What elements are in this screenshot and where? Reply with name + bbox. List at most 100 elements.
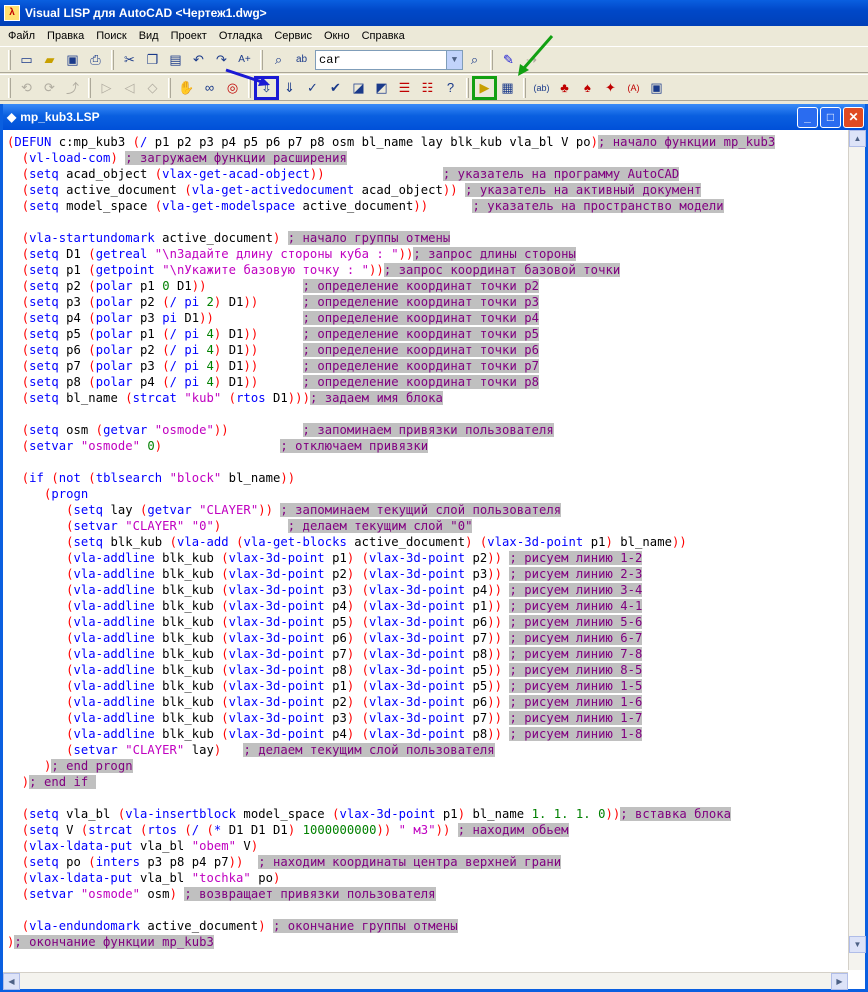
- open-file-icon[interactable]: ▰: [38, 49, 61, 71]
- scroll-up-icon[interactable]: ▲: [849, 130, 866, 147]
- scroll-down-icon[interactable]: ▼: [849, 936, 866, 953]
- cut-icon[interactable]: ✂: [118, 49, 141, 71]
- toolbar-grip[interactable]: [8, 49, 11, 70]
- code-line[interactable]: (setq vla_bl (vla-insertblock model_spac…: [7, 806, 849, 822]
- code-line[interactable]: [7, 790, 849, 806]
- format-selection-icon[interactable]: ◩: [370, 77, 393, 99]
- comment-block-icon[interactable]: ☰: [393, 77, 416, 99]
- code-line[interactable]: (setq bl_name (strcat "kub" (rtos D1)));…: [7, 390, 849, 406]
- code-line[interactable]: ); окончание функции mp_kub3: [7, 934, 849, 950]
- code-line[interactable]: (setq p4 (polar p3 pi D1)) ; определение…: [7, 310, 849, 326]
- minimize-icon[interactable]: _: [797, 106, 818, 128]
- help-icon[interactable]: ?: [439, 77, 462, 99]
- menu-view[interactable]: Вид: [133, 30, 165, 42]
- code-line[interactable]: (setq blk_kub (vla-add (vla-get-blocks a…: [7, 534, 849, 550]
- code-line[interactable]: (vlax-ldata-put vla_bl "obem" V): [7, 838, 849, 854]
- code-line[interactable]: (vl-load-com) ; загружаем функции расшир…: [7, 150, 849, 166]
- code-line[interactable]: (vla-addline blk_kub (vlax-3d-point p1) …: [7, 550, 849, 566]
- code-line[interactable]: (setq p5 (polar p1 (/ pi 4) D1)) ; опред…: [7, 326, 849, 342]
- format-window-icon[interactable]: ◪: [347, 77, 370, 99]
- code-line[interactable]: (vla-addline blk_kub (vlax-3d-point p3) …: [7, 582, 849, 598]
- code-line[interactable]: (vla-addline blk_kub (vlax-3d-point p5) …: [7, 614, 849, 630]
- step-over-icon[interactable]: ⟳: [38, 77, 61, 99]
- code-line[interactable]: (setq p3 (polar p2 (/ pi 2) D1)) ; опред…: [7, 294, 849, 310]
- toggle-bookmark-icon[interactable]: ✎: [497, 49, 520, 71]
- code-line[interactable]: (setq p6 (polar p2 (/ pi 4) D1)) ; опред…: [7, 342, 849, 358]
- save-icon[interactable]: ▣: [61, 49, 84, 71]
- complete-word-icon[interactable]: A+: [233, 49, 256, 71]
- horizontal-scrollbar[interactable]: ◀ ▶: [3, 972, 848, 990]
- code-line[interactable]: (setq model_space (vla-get-modelspace ac…: [7, 198, 849, 214]
- code-line[interactable]: (vla-addline blk_kub (vlax-3d-point p8) …: [7, 662, 849, 678]
- symbol-service-icon[interactable]: ♠: [576, 77, 599, 99]
- code-editor[interactable]: (DEFUN c:mp_kub3 (/ p1 p2 p3 p4 p5 p6 p7…: [7, 134, 849, 970]
- chevron-down-icon[interactable]: ▼: [446, 50, 462, 69]
- vertical-scrollbar[interactable]: ▲ ▼: [848, 130, 866, 970]
- code-line[interactable]: (setq p2 (polar p1 0 D1)) ; определение …: [7, 278, 849, 294]
- apropos-icon[interactable]: ✦: [599, 77, 622, 99]
- menu-window[interactable]: Окно: [318, 30, 356, 42]
- menu-debug[interactable]: Отладка: [213, 30, 268, 42]
- menu-project[interactable]: Проект: [165, 30, 213, 42]
- menu-tools[interactable]: Сервис: [268, 30, 318, 42]
- reset-icon[interactable]: ◇: [141, 77, 164, 99]
- code-line[interactable]: [7, 214, 849, 230]
- code-line[interactable]: (vla-addline blk_kub (vlax-3d-point p1) …: [7, 678, 849, 694]
- search-combo[interactable]: car ▼: [315, 49, 463, 70]
- check-selection-icon[interactable]: ✔: [324, 77, 347, 99]
- replace-icon[interactable]: ab: [290, 49, 313, 71]
- code-line[interactable]: (setq V (strcat (rtos (/ (* D1 D1 D1) 10…: [7, 822, 849, 838]
- code-line[interactable]: (if (not (tblsearch "block" bl_name)): [7, 470, 849, 486]
- menu-search[interactable]: Поиск: [90, 30, 132, 42]
- menu-file[interactable]: Файл: [2, 30, 41, 42]
- copy-icon[interactable]: ❐: [141, 49, 164, 71]
- trace-stack-icon[interactable]: ♣: [553, 77, 576, 99]
- code-line[interactable]: (vla-addline blk_kub (vlax-3d-point p7) …: [7, 646, 849, 662]
- code-line[interactable]: (setq osm (getvar "osmode")) ; запоминае…: [7, 422, 849, 438]
- code-line[interactable]: (vla-addline blk_kub (vlax-3d-point p6) …: [7, 630, 849, 646]
- code-line[interactable]: (setq D1 (getreal "\nЗадайте длину сторо…: [7, 246, 849, 262]
- code-line[interactable]: (setq lay (getvar "CLAYER")) ; запоминае…: [7, 502, 849, 518]
- code-line[interactable]: (setq active_document (vla-get-activedoc…: [7, 182, 849, 198]
- step-into-icon[interactable]: ⟲: [15, 77, 38, 99]
- undo-icon[interactable]: ↶: [187, 49, 210, 71]
- code-line[interactable]: (setq p1 (getpoint "\nУкажите базовую то…: [7, 262, 849, 278]
- code-line[interactable]: (setq po (inters p3 p8 p4 p7)) ; находим…: [7, 854, 849, 870]
- code-line[interactable]: (vla-addline blk_kub (vlax-3d-point p2) …: [7, 694, 849, 710]
- find-toolbar-icon[interactable]: ⌕: [463, 49, 486, 71]
- next-bookmark-icon[interactable]: ⇢: [520, 49, 543, 71]
- watch-window-icon[interactable]: ▣: [645, 77, 668, 99]
- code-line[interactable]: (vla-addline blk_kub (vlax-3d-point p3) …: [7, 710, 849, 726]
- code-line[interactable]: (vla-endundomark active_document) ; окон…: [7, 918, 849, 934]
- find-icon[interactable]: ⌕: [267, 49, 290, 71]
- watch-icon[interactable]: ∞: [198, 77, 221, 99]
- code-line[interactable]: (vla-addline blk_kub (vlax-3d-point p4) …: [7, 598, 849, 614]
- code-line[interactable]: (setq acad_object (vlax-get-acad-object)…: [7, 166, 849, 182]
- maximize-icon[interactable]: □: [820, 106, 841, 128]
- code-line[interactable]: (vla-addline blk_kub (vlax-3d-point p4) …: [7, 726, 849, 742]
- code-line[interactable]: (setvar "osmode" 0) ; отключаем привязки: [7, 438, 849, 454]
- code-line[interactable]: [7, 406, 849, 422]
- activate-autocad-icon[interactable]: ▶: [472, 75, 497, 100]
- menu-edit[interactable]: Правка: [41, 30, 90, 42]
- menu-help[interactable]: Справка: [356, 30, 411, 42]
- code-line[interactable]: [7, 454, 849, 470]
- scroll-right-icon[interactable]: ▶: [831, 973, 848, 990]
- code-line[interactable]: (vlax-ldata-put vla_bl "tochka" po): [7, 870, 849, 886]
- search-combo-value[interactable]: car: [319, 53, 446, 67]
- load-selection-icon[interactable]: ⇓: [278, 77, 301, 99]
- last-result-icon[interactable]: (A): [622, 77, 645, 99]
- code-line[interactable]: (vla-startundomark active_document) ; на…: [7, 230, 849, 246]
- continue-icon[interactable]: ▷: [95, 77, 118, 99]
- quit-icon[interactable]: ◁: [118, 77, 141, 99]
- new-file-icon[interactable]: ▭: [15, 49, 38, 71]
- code-line[interactable]: (setvar "osmode" osm) ; возвращает привя…: [7, 886, 849, 902]
- code-line[interactable]: ); end progn: [7, 758, 849, 774]
- code-line[interactable]: (setvar "CLAYER" lay) ; делаем текущим с…: [7, 742, 849, 758]
- redo-icon[interactable]: ↷: [210, 49, 233, 71]
- toggle-breakpoint-icon[interactable]: ✋: [175, 77, 198, 99]
- vlisp-console-icon[interactable]: ▦: [496, 77, 519, 99]
- load-active-window-icon[interactable]: ⇩: [254, 75, 279, 100]
- code-line[interactable]: ); end if: [7, 774, 849, 790]
- code-line[interactable]: [7, 902, 849, 918]
